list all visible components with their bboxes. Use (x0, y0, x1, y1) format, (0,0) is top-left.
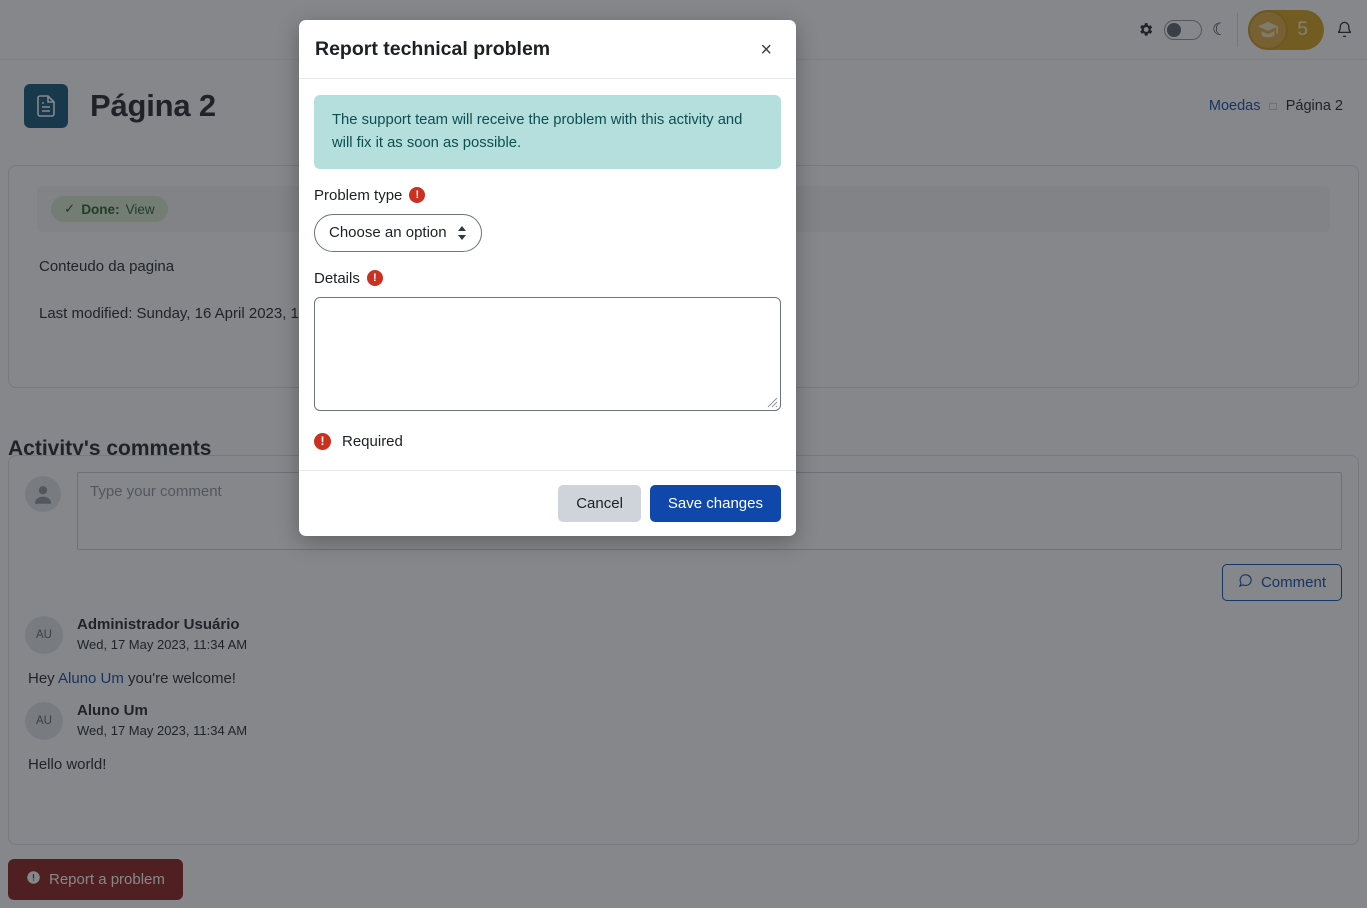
required-marker-icon: ! (314, 432, 331, 450)
modal-title: Report technical problem (315, 38, 551, 60)
details-label: Details (314, 269, 360, 287)
save-button[interactable]: Save changes (649, 484, 781, 522)
required-marker-icon: ! (409, 187, 426, 204)
close-icon[interactable]: × (758, 40, 774, 60)
report-technical-problem-modal: Report technical problem × The support t… (299, 20, 796, 536)
modal-body: The support team will receive the proble… (299, 79, 796, 470)
details-textarea[interactable] (314, 296, 781, 411)
chevron-updown-icon (457, 225, 467, 240)
required-note: ! Required (314, 432, 781, 450)
required-note-text: Required (342, 432, 403, 450)
problem-type-select[interactable]: Choose an option (314, 213, 482, 252)
problem-type-label: Problem type (314, 186, 403, 204)
cancel-button[interactable]: Cancel (558, 484, 641, 522)
details-label-row: Details ! (314, 270, 781, 287)
resize-handle-icon[interactable] (764, 394, 778, 408)
info-alert: The support team will receive the proble… (314, 95, 781, 169)
modal-footer: Cancel Save changes (299, 469, 796, 536)
modal-header: Report technical problem × (299, 20, 796, 79)
problem-type-label-row: Problem type ! (314, 187, 781, 204)
required-marker-icon: ! (366, 270, 383, 287)
problem-type-selected-value: Choose an option (329, 224, 447, 242)
